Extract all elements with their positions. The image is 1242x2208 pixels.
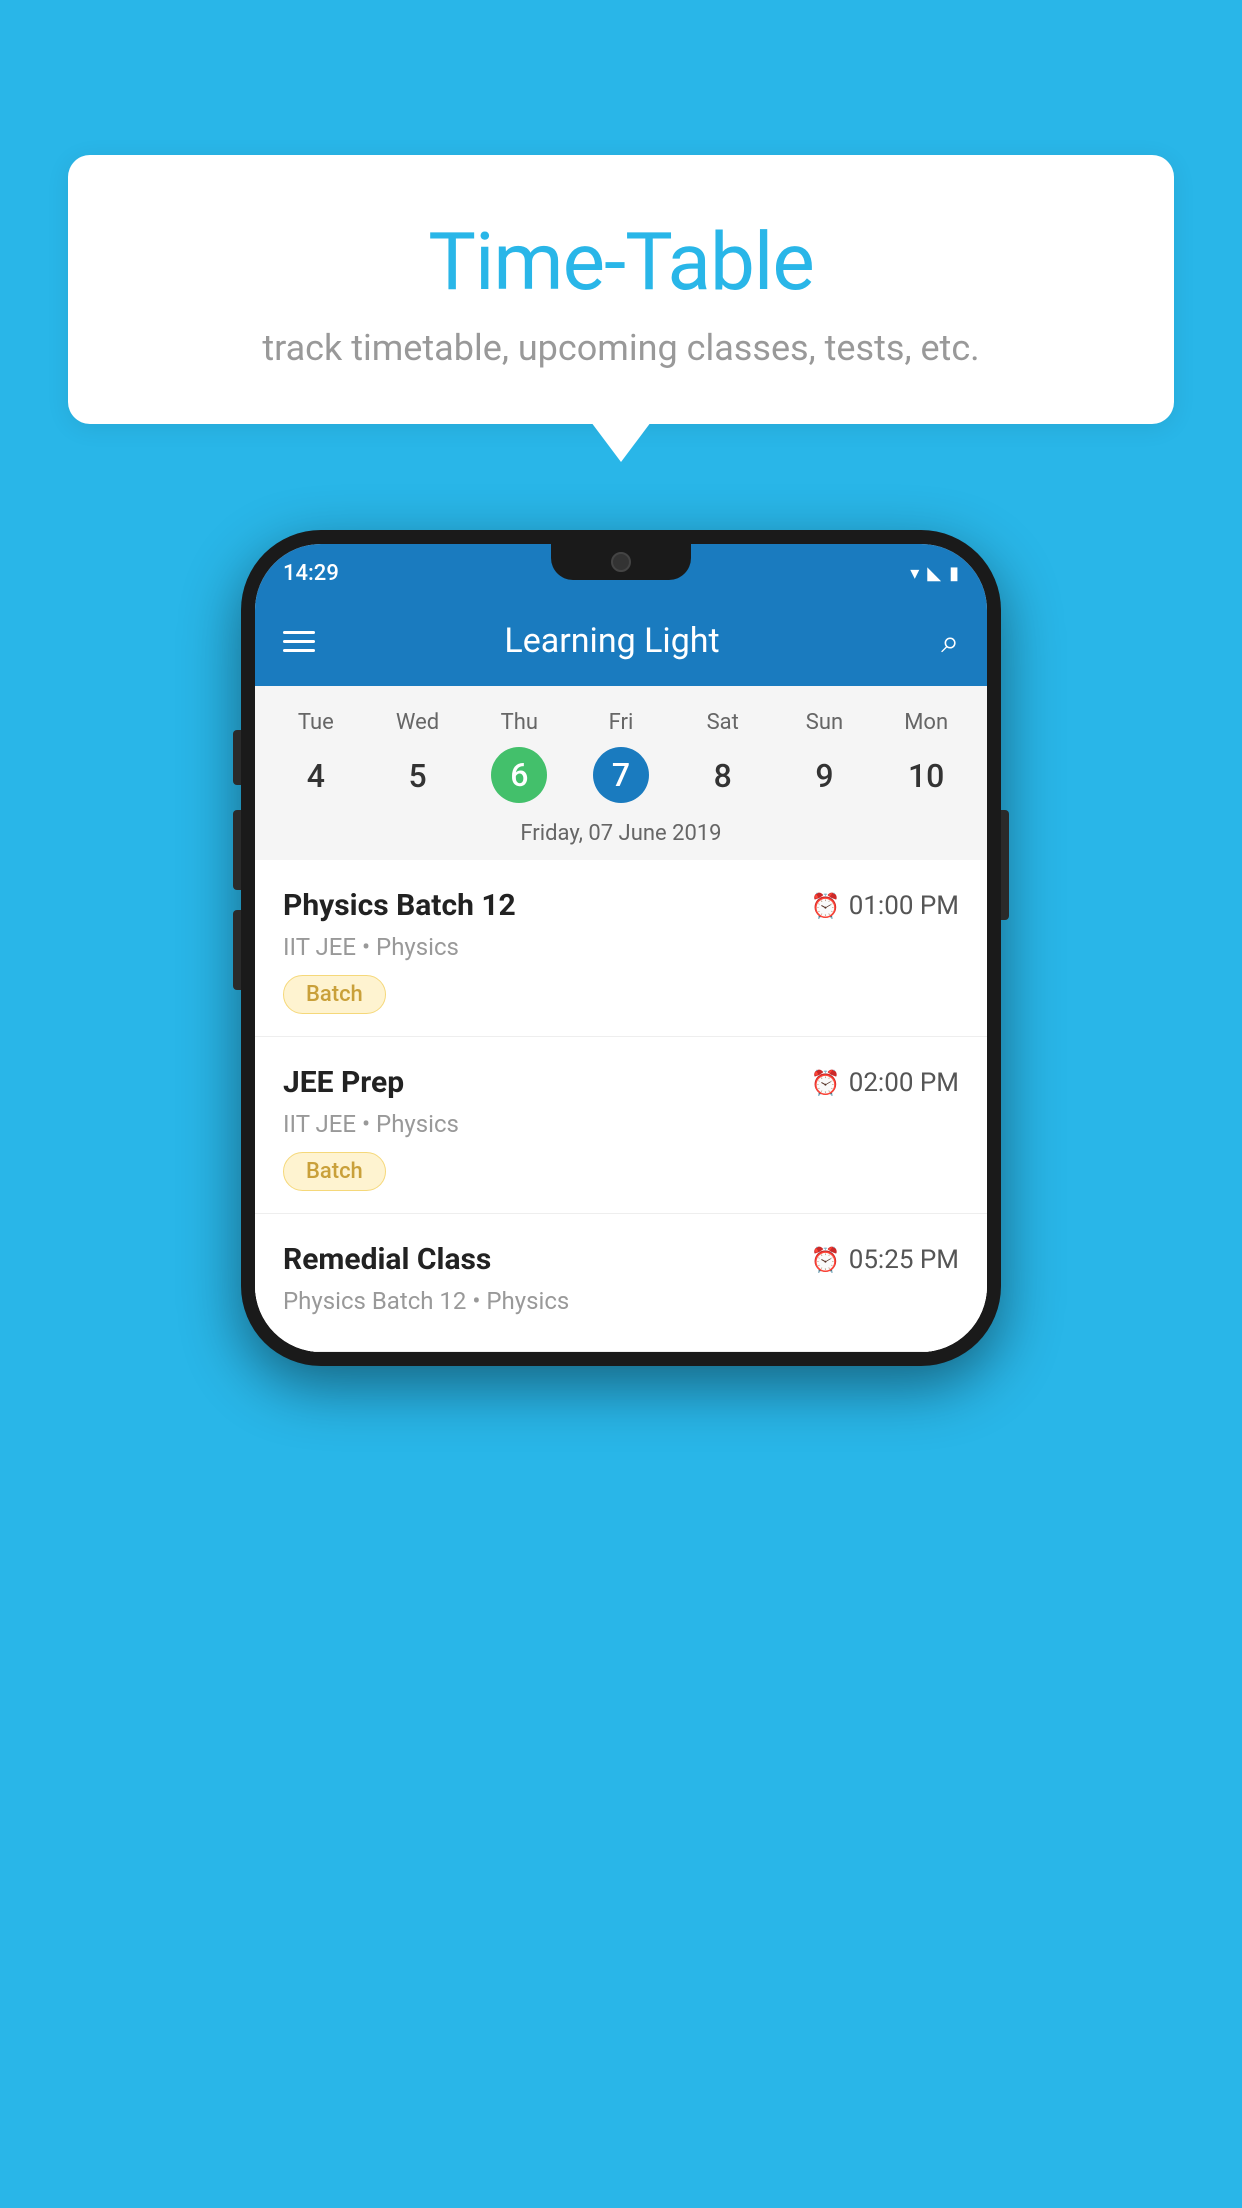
day-label-thu[interactable]: Thu [468, 704, 570, 741]
status-time: 14:29 [283, 561, 339, 586]
speech-bubble: Time-Table track timetable, upcoming cla… [68, 155, 1174, 424]
phone-notch [551, 544, 691, 580]
batch-tag-1: Batch [283, 1152, 386, 1191]
day-number-10[interactable]: 10 [875, 747, 977, 805]
bubble-subtitle: track timetable, upcoming classes, tests… [108, 327, 1134, 369]
class-item-header-0: Physics Batch 12 ⏰ 01:00 PM [283, 888, 959, 923]
day-number-9[interactable]: 9 [774, 747, 876, 805]
calendar-strip: TueWedThuFriSatSunMon 45678910 Friday, 0… [255, 686, 987, 860]
day-label-sun[interactable]: Sun [774, 704, 876, 741]
day-number-8[interactable]: 8 [672, 747, 774, 805]
phone-mockup: 14:29 ▾ ◣ ▮ Learning Light ⌕ TueWed [241, 530, 1001, 1366]
hamburger-menu-icon[interactable] [283, 631, 315, 652]
app-bar: Learning Light ⌕ [255, 596, 987, 686]
phone-btn-volume-up [233, 810, 241, 890]
class-meta-0: IIT JEE • Physics [283, 933, 959, 961]
day-label-mon[interactable]: Mon [875, 704, 977, 741]
days-header: TueWedThuFriSatSunMon [255, 704, 987, 741]
class-time-1: ⏰ 02:00 PM [811, 1068, 959, 1098]
phone-btn-power [1001, 810, 1009, 920]
batch-tag-0: Batch [283, 975, 386, 1014]
day-number-6[interactable]: 6 [491, 747, 547, 803]
phone-screen: 14:29 ▾ ◣ ▮ Learning Light ⌕ TueWed [255, 544, 987, 1352]
clock-icon-1: ⏰ [811, 1069, 841, 1097]
class-name-0: Physics Batch 12 [283, 888, 516, 923]
phone-outer: 14:29 ▾ ◣ ▮ Learning Light ⌕ TueWed [241, 530, 1001, 1366]
day-number-4[interactable]: 4 [265, 747, 367, 805]
search-icon[interactable]: ⌕ [941, 622, 959, 661]
day-label-fri[interactable]: Fri [570, 704, 672, 741]
clock-icon-2: ⏰ [811, 1246, 841, 1274]
class-meta-2: Physics Batch 12 • Physics [283, 1287, 959, 1315]
camera [611, 552, 631, 572]
day-number-5[interactable]: 5 [367, 747, 469, 805]
day-label-wed[interactable]: Wed [367, 704, 469, 741]
bubble-title: Time-Table [108, 215, 1134, 309]
day-number-7[interactable]: 7 [593, 747, 649, 803]
signal-icon: ◣ [927, 563, 941, 584]
wifi-icon: ▾ [910, 563, 919, 584]
class-time-0: ⏰ 01:00 PM [811, 891, 959, 921]
battery-icon: ▮ [949, 563, 959, 584]
phone-btn-volume-down [233, 910, 241, 990]
status-icons: ▾ ◣ ▮ [910, 563, 959, 584]
class-list: Physics Batch 12 ⏰ 01:00 PM IIT JEE • Ph… [255, 860, 987, 1352]
class-item-2[interactable]: Remedial Class ⏰ 05:25 PM Physics Batch … [255, 1214, 987, 1352]
class-name-2: Remedial Class [283, 1242, 491, 1277]
clock-icon-0: ⏰ [811, 892, 841, 920]
days-numbers: 45678910 [255, 741, 987, 811]
app-title: Learning Light [339, 621, 885, 661]
class-name-1: JEE Prep [283, 1065, 404, 1100]
date-label: Friday, 07 June 2019 [255, 811, 987, 860]
class-item-0[interactable]: Physics Batch 12 ⏰ 01:00 PM IIT JEE • Ph… [255, 860, 987, 1037]
class-item-1[interactable]: JEE Prep ⏰ 02:00 PM IIT JEE • Physics Ba… [255, 1037, 987, 1214]
day-label-tue[interactable]: Tue [265, 704, 367, 741]
class-time-2: ⏰ 05:25 PM [811, 1245, 959, 1275]
phone-btn-volume-mute [233, 730, 241, 785]
class-item-header-1: JEE Prep ⏰ 02:00 PM [283, 1065, 959, 1100]
day-label-sat[interactable]: Sat [672, 704, 774, 741]
class-meta-1: IIT JEE • Physics [283, 1110, 959, 1138]
class-item-header-2: Remedial Class ⏰ 05:25 PM [283, 1242, 959, 1277]
